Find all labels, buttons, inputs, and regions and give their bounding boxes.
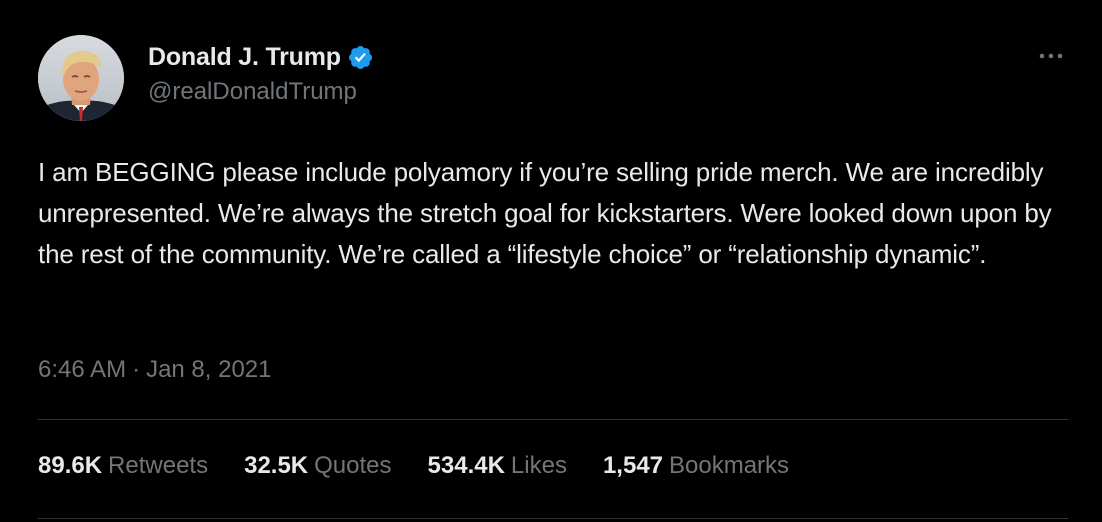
tweet-timestamp[interactable]: 6:46 AM · Jan 8, 2021	[38, 356, 272, 384]
display-name[interactable]: Donald J. Trump	[148, 43, 341, 72]
stat-value: 534.4K	[427, 452, 505, 479]
stat-value: 32.5K	[244, 452, 309, 479]
stat-label: Bookmarks	[669, 452, 790, 479]
stat-bookmarks[interactable]: 1,547 Bookmarks	[603, 452, 789, 480]
engagement-stats: 89.6K Retweets 32.5K Quotes 534.4K Likes…	[38, 452, 825, 480]
stat-label: Quotes	[314, 452, 392, 479]
tweet-text: I am BEGGING please include polyamory if…	[38, 157, 1052, 269]
stat-value: 89.6K	[38, 452, 103, 479]
stat-retweets[interactable]: 89.6K Retweets	[38, 452, 208, 480]
timestamp-separator: ·	[132, 356, 141, 383]
divider	[38, 518, 1068, 519]
stat-label: Likes	[510, 452, 567, 479]
tweet-time[interactable]: 6:46 AM	[38, 356, 126, 384]
tweet-date[interactable]: Jan 8, 2021	[146, 356, 271, 384]
verified-badge-icon	[347, 44, 374, 71]
author-info: Donald J. Trump @realDonaldTrump	[148, 40, 374, 106]
stat-label: Retweets	[108, 452, 209, 479]
user-handle[interactable]: @realDonaldTrump	[148, 78, 374, 106]
stat-likes[interactable]: 534.4K Likes	[428, 452, 567, 480]
name-row: Donald J. Trump	[148, 40, 374, 74]
stat-value: 1,547	[602, 452, 664, 479]
avatar[interactable]	[38, 35, 124, 121]
stat-quotes[interactable]: 32.5K Quotes	[244, 452, 391, 480]
more-options-icon[interactable]	[1036, 46, 1066, 66]
divider	[38, 419, 1068, 420]
tweet-card: Donald J. Trump @realDonaldTrump I am BE…	[0, 0, 1102, 522]
profile-photo	[38, 35, 124, 121]
